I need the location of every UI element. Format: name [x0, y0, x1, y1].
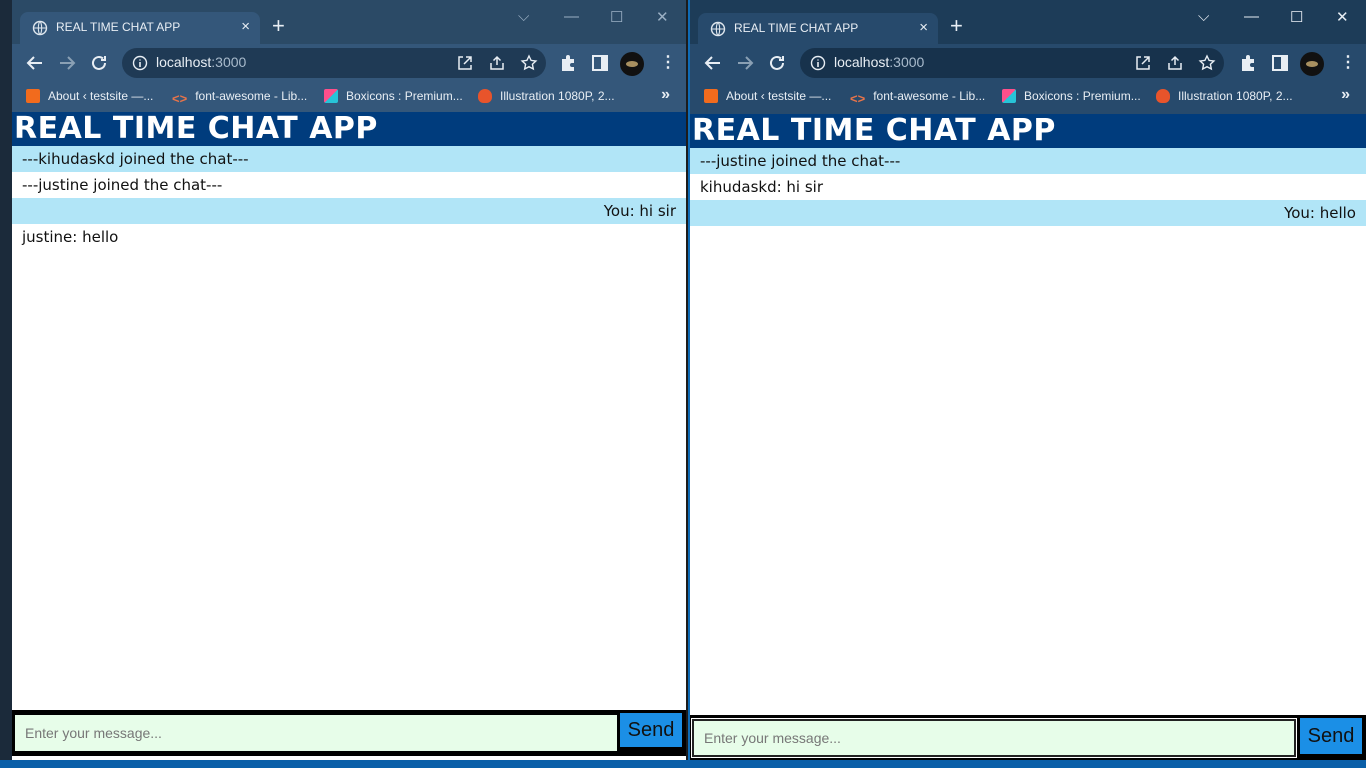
boxicons-logo-icon	[1002, 89, 1016, 103]
profile-avatar[interactable]	[1300, 52, 1324, 76]
bookmark-item[interactable]: <> font-awesome - Lib...	[850, 89, 985, 106]
address-bar[interactable]: localhost:3000	[800, 48, 1224, 78]
close-window-button[interactable]: ✕	[1336, 8, 1349, 26]
taskbar	[0, 760, 1366, 768]
bookmark-item[interactable]: About ‹ testsite —...	[26, 89, 153, 103]
xampp-icon	[26, 89, 40, 103]
chat-message: ---justine joined the chat---	[690, 148, 1366, 174]
extensions-puzzle-icon[interactable]	[558, 53, 578, 73]
minimize-button[interactable]: —	[1244, 8, 1259, 25]
open-in-app-icon[interactable]	[456, 54, 474, 72]
bookmarks-bar: About ‹ testsite —... <> font-awesome - L…	[690, 82, 1366, 114]
chat-message-own: You: hi sir	[12, 198, 686, 224]
desktop-edge	[0, 0, 12, 768]
boxicons-logo-icon	[324, 89, 338, 103]
chat-message-own: You: hello	[690, 200, 1366, 226]
browser-tab[interactable]: REAL TIME CHAT APP ×	[698, 13, 938, 45]
title-bar: REAL TIME CHAT APP × + ⌵ — ☐ ✕	[12, 0, 686, 44]
forward-arrow-icon[interactable]	[56, 52, 78, 74]
bookmarks-overflow-icon[interactable]: »	[1341, 86, 1350, 104]
side-panel-icon[interactable]	[590, 53, 610, 73]
extensions-puzzle-icon[interactable]	[1238, 53, 1258, 73]
address-bar[interactable]: localhost:3000	[122, 48, 546, 78]
chat-message: kihudaskd: hi sir	[700, 178, 824, 196]
new-tab-button[interactable]: +	[272, 14, 285, 38]
xampp-icon	[704, 89, 718, 103]
code-brackets-icon: <>	[850, 91, 866, 106]
chat-message: ---justine joined the chat---	[22, 176, 223, 194]
reload-icon[interactable]	[88, 52, 110, 74]
flame-icon	[478, 89, 492, 103]
tab-search-icon[interactable]: ⌵	[1198, 8, 1209, 25]
back-arrow-icon[interactable]	[24, 52, 46, 74]
code-brackets-icon: <>	[172, 91, 188, 106]
browser-toolbar: localhost:3000 ⋮	[690, 44, 1366, 82]
bookmark-item[interactable]: <> font-awesome - Lib...	[172, 89, 307, 106]
tab-title: REAL TIME CHAT APP	[734, 21, 859, 35]
side-panel-icon[interactable]	[1270, 53, 1290, 73]
tab-close-icon[interactable]: ×	[241, 18, 250, 35]
browser-menu-icon[interactable]: ⋮	[1340, 54, 1356, 72]
bookmark-star-icon[interactable]	[1198, 54, 1216, 72]
tab-close-icon[interactable]: ×	[919, 19, 928, 36]
reload-icon[interactable]	[766, 52, 788, 74]
url-text: localhost:3000	[834, 54, 925, 70]
browser-window-left: REAL TIME CHAT APP × + ⌵ — ☐ ✕ localhost…	[12, 0, 688, 762]
info-icon[interactable]	[132, 55, 148, 71]
title-bar: REAL TIME CHAT APP × + ⌵ — ☐ ✕	[690, 0, 1366, 45]
maximize-button[interactable]: ☐	[1290, 8, 1303, 26]
app-title: REAL TIME CHAT APP	[690, 114, 1366, 148]
maximize-button[interactable]: ☐	[610, 8, 623, 26]
close-window-button[interactable]: ✕	[656, 8, 669, 26]
bookmark-item[interactable]: Illustration 1080P, 2...	[478, 89, 615, 103]
send-button[interactable]: Send	[1300, 718, 1362, 754]
chat-message: justine: hello	[22, 228, 119, 246]
globe-icon	[710, 21, 726, 37]
tab-title: REAL TIME CHAT APP	[56, 20, 181, 34]
chat-message: ---kihudaskd joined the chat---	[12, 146, 686, 172]
new-tab-button[interactable]: +	[950, 14, 963, 38]
app-title: REAL TIME CHAT APP	[12, 112, 686, 146]
url-text: localhost:3000	[156, 54, 247, 70]
bookmark-item[interactable]: Illustration 1080P, 2...	[1156, 89, 1293, 103]
chat-page: REAL TIME CHAT APP ---justine joined the…	[690, 114, 1366, 762]
bookmark-item[interactable]: Boxicons : Premium...	[324, 89, 463, 103]
minimize-button[interactable]: —	[564, 8, 579, 25]
back-arrow-icon[interactable]	[702, 52, 724, 74]
share-icon[interactable]	[1166, 54, 1184, 72]
browser-toolbar: localhost:3000 ⋮	[12, 44, 686, 82]
chat-page: REAL TIME CHAT APP ---kihudaskd joined t…	[12, 112, 686, 762]
bookmark-star-icon[interactable]	[520, 54, 538, 72]
browser-window-right: REAL TIME CHAT APP × + ⌵ — ☐ ✕ localhost…	[690, 0, 1366, 762]
message-input[interactable]	[691, 718, 1297, 758]
flame-icon	[1156, 89, 1170, 103]
bookmarks-overflow-icon[interactable]: »	[661, 86, 670, 104]
send-button[interactable]: Send	[620, 713, 682, 747]
bookmark-item[interactable]: Boxicons : Premium...	[1002, 89, 1141, 103]
profile-avatar[interactable]	[620, 52, 644, 76]
globe-icon	[32, 20, 48, 36]
browser-tab[interactable]: REAL TIME CHAT APP ×	[20, 12, 260, 44]
message-composer: Send	[690, 715, 1366, 761]
forward-arrow-icon[interactable]	[734, 52, 756, 74]
message-input[interactable]	[14, 714, 618, 752]
share-icon[interactable]	[488, 54, 506, 72]
tab-search-icon[interactable]: ⌵	[518, 8, 529, 25]
open-in-app-icon[interactable]	[1134, 54, 1152, 72]
bookmarks-bar: About ‹ testsite —... <> font-awesome - L…	[12, 82, 686, 112]
browser-menu-icon[interactable]: ⋮	[660, 54, 676, 72]
info-icon[interactable]	[810, 55, 826, 71]
bookmark-item[interactable]: About ‹ testsite —...	[704, 89, 831, 103]
message-composer: Send	[12, 710, 686, 756]
